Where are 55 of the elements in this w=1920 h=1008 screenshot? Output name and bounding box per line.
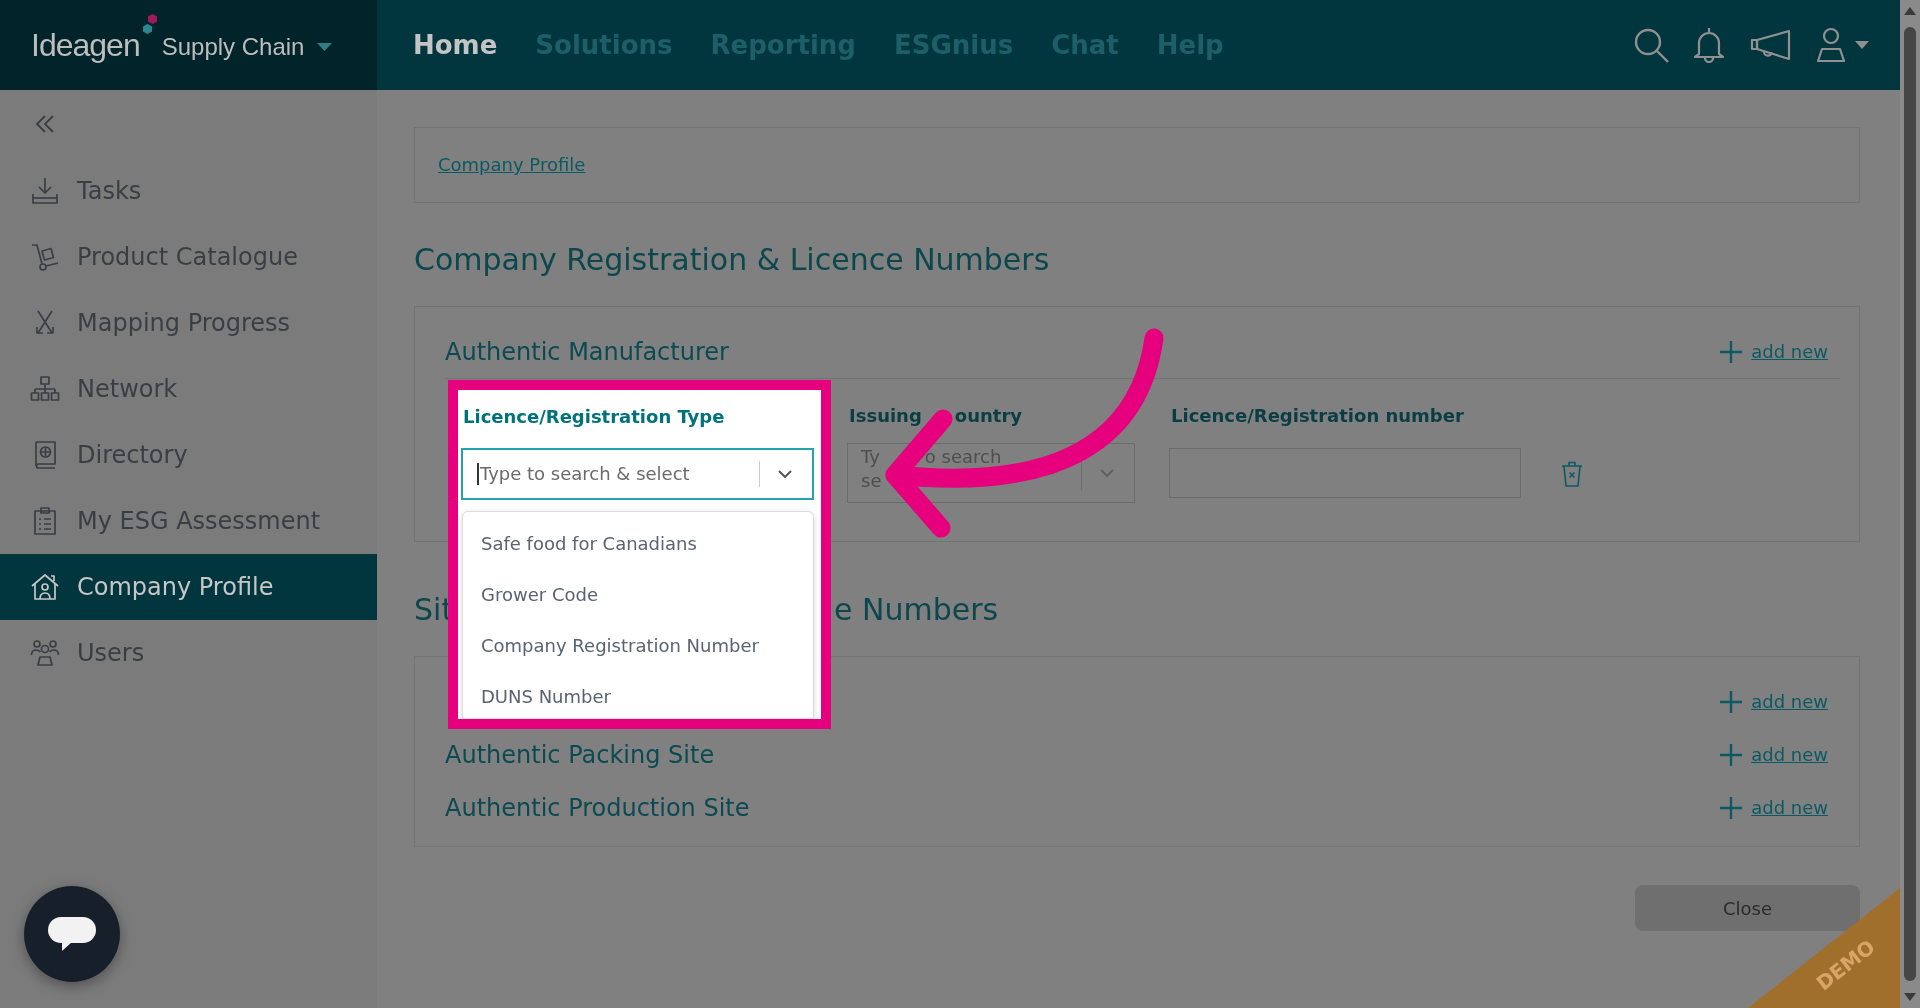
speech-bubble-icon <box>48 917 96 951</box>
close-button[interactable]: Close <box>1635 885 1860 931</box>
plus-icon <box>1720 341 1743 363</box>
dropdown-option[interactable]: Safe food for Canadians <box>463 519 813 567</box>
nav-link[interactable]: Home <box>413 29 498 61</box>
site-title: Authentic Packing Site <box>445 740 715 770</box>
field-label: ountry <box>954 405 1023 427</box>
add-new-link[interactable]: add new <box>1720 690 1828 714</box>
brand-name[interactable]: Ideagen <box>31 25 140 65</box>
user-icon[interactable] <box>1816 27 1846 63</box>
plus-icon <box>1720 744 1743 766</box>
sidebar-item[interactable]: Company Profile <box>0 554 377 620</box>
people-icon <box>30 638 60 668</box>
collapse-icon[interactable] <box>35 115 55 133</box>
sidebar-item[interactable]: Directory <box>0 422 377 488</box>
add-new-link[interactable]: add new <box>1720 796 1828 820</box>
dropdown-option[interactable]: DUNS Number <box>463 672 813 718</box>
dropdown-option[interactable]: Grower Code <box>463 570 813 618</box>
field-label: Issuing <box>849 405 922 427</box>
trash-icon[interactable] <box>1561 461 1583 487</box>
sidebar-item[interactable]: Mapping Progress <box>0 290 377 356</box>
panel-title: Authentic Manufacturer <box>445 337 729 367</box>
tray-download-icon <box>30 176 60 206</box>
section-heading: e Numbers <box>834 592 999 627</box>
plus-icon <box>1720 797 1743 819</box>
add-new-link[interactable]: add new <box>1720 340 1828 364</box>
bell-icon[interactable] <box>1693 27 1725 63</box>
breadcrumb-link[interactable]: Company Profile <box>438 153 586 177</box>
megaphone-icon[interactable] <box>1750 29 1792 61</box>
sidebar-item[interactable]: Tasks <box>0 158 377 224</box>
caret-icon[interactable] <box>1855 41 1869 49</box>
search-icon[interactable] <box>1633 27 1669 63</box>
text-cursor-icon <box>477 463 479 485</box>
scroll-up-icon[interactable] <box>1904 7 1916 15</box>
hand-truck-icon <box>30 242 60 272</box>
sidebar-item[interactable]: Product Catalogue <box>0 224 377 290</box>
house-person-icon <box>30 572 60 602</box>
sidebar-item[interactable]: My ESG Assessment <box>0 488 377 554</box>
scrollbar-thumb[interactable] <box>1904 27 1916 981</box>
sidebar-item[interactable]: Network <box>0 356 377 422</box>
scroll-down-icon[interactable] <box>1904 993 1916 1001</box>
dropdown-option[interactable]: Company Registration Number <box>463 621 813 669</box>
plus-icon <box>1720 691 1743 713</box>
sidebar-item[interactable]: Users <box>0 620 377 686</box>
logo-mark-icon <box>142 14 157 34</box>
add-new-link[interactable]: add new <box>1720 743 1828 767</box>
field-label: Licence/Registration number <box>1171 405 1464 427</box>
chevron-down-icon[interactable] <box>778 470 792 478</box>
site-title: Authentic Production Site <box>445 793 750 823</box>
field-label: Licence/Registration Type <box>463 406 725 428</box>
caret-icon[interactable] <box>317 43 333 51</box>
hierarchy-icon <box>30 374 60 404</box>
section-heading: Company Registration & Licence Numbers <box>414 242 1050 278</box>
select-field[interactable]: Type to search & select <box>461 448 814 500</box>
product-name[interactable]: Supply Chain <box>161 32 305 62</box>
